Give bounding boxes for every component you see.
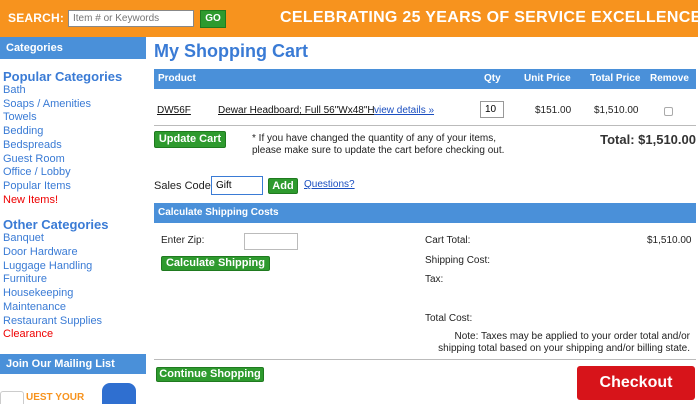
other-categories-title: Other Categories bbox=[3, 217, 109, 233]
col-total-price: Total Price bbox=[590, 73, 641, 84]
sidebar-item-bedspreads[interactable]: Bedspreads bbox=[3, 139, 146, 153]
remove-checkbox[interactable] bbox=[664, 107, 673, 116]
cart-total-value: $1,510.00 bbox=[647, 235, 692, 246]
table-row: DW56F Dewar Headboard; Full 56"Wx48"H vi… bbox=[154, 99, 696, 123]
promo-tab[interactable] bbox=[0, 391, 24, 404]
item-unit-price: $151.00 bbox=[535, 105, 572, 116]
mailing-list-header[interactable]: Join Our Mailing List bbox=[0, 354, 146, 374]
sales-code-label: Sales Code: bbox=[154, 180, 214, 192]
sidebar-item-bedding[interactable]: Bedding bbox=[3, 125, 146, 139]
sidebar-item-restaurant-supplies[interactable]: Restaurant Supplies bbox=[3, 315, 146, 329]
other-categories-list: Banquet Door Hardware Luggage Handling F… bbox=[0, 232, 146, 342]
sidebar-item-door-hardware[interactable]: Door Hardware bbox=[3, 246, 146, 260]
tax-note: Note: Taxes may be applied to your order… bbox=[438, 331, 690, 355]
sidebar-item-banquet[interactable]: Banquet bbox=[3, 232, 146, 246]
calculate-shipping-button[interactable]: Calculate Shipping bbox=[161, 256, 270, 271]
tax-note-line-1: Note: Taxes may be applied to your order… bbox=[454, 331, 690, 342]
sidebar-item-popular-items[interactable]: Popular Items bbox=[3, 180, 146, 194]
update-note-line-2: please make sure to update the cart befo… bbox=[252, 145, 505, 156]
search-label: SEARCH: bbox=[8, 11, 65, 25]
zip-label: Enter Zip: bbox=[161, 235, 205, 246]
mailbox-icon bbox=[102, 383, 136, 404]
top-bar: SEARCH: GO CELEBRATING 25 YEARS OF SERVI… bbox=[0, 0, 698, 37]
quantity-input[interactable] bbox=[480, 101, 504, 118]
shipping-header: Calculate Shipping Costs bbox=[154, 203, 696, 223]
quest-promo-text: UEST YOUR bbox=[26, 392, 85, 403]
sidebar-item-maintenance[interactable]: Maintenance bbox=[3, 301, 146, 315]
add-sales-code-button[interactable]: Add bbox=[268, 178, 298, 194]
sidebar-item-luggage-handling[interactable]: Luggage Handling bbox=[3, 260, 146, 274]
popular-categories-title: Popular Categories bbox=[3, 69, 123, 84]
shipping-cost-label: Shipping Cost: bbox=[425, 255, 491, 266]
sidebar-item-furniture[interactable]: Furniture bbox=[3, 273, 146, 287]
sidebar-item-guest-room[interactable]: Guest Room bbox=[3, 153, 146, 167]
item-sku-link[interactable]: DW56F bbox=[157, 105, 191, 116]
tax-note-line-2: shipping total based on your shipping an… bbox=[438, 343, 690, 354]
col-qty: Qty bbox=[484, 73, 501, 84]
sidebar-item-towels[interactable]: Towels bbox=[3, 111, 146, 125]
popular-categories-list: Bath Soaps / Amenities Towels Bedding Be… bbox=[0, 84, 146, 207]
zip-input[interactable] bbox=[244, 233, 298, 250]
sidebar-item-new-items[interactable]: New Items! bbox=[3, 194, 146, 208]
col-product: Product bbox=[158, 73, 196, 84]
checkout-button[interactable]: Checkout bbox=[577, 366, 695, 400]
col-remove: Remove bbox=[650, 73, 689, 84]
cart-table-header: Product Qty Unit Price Total Price Remov… bbox=[154, 69, 696, 89]
cart-total-label: Cart Total: bbox=[425, 235, 471, 246]
shipping-divider bbox=[154, 359, 696, 360]
row-divider bbox=[154, 125, 696, 126]
sales-code-input[interactable] bbox=[211, 176, 263, 195]
sidebar-item-soaps[interactable]: Soaps / Amenities bbox=[3, 98, 146, 112]
total-cost-label: Total Cost: bbox=[425, 313, 473, 324]
categories-header: Categories bbox=[0, 37, 146, 59]
anniversary-banner: CELEBRATING 25 YEARS OF SERVICE EXCELLEN… bbox=[280, 9, 698, 26]
col-unit-price: Unit Price bbox=[524, 73, 571, 84]
update-note: * If you have changed the quantity of an… bbox=[252, 133, 504, 157]
sidebar-item-bath[interactable]: Bath bbox=[3, 84, 146, 98]
main-content: My Shopping Cart Product Qty Unit Price … bbox=[154, 37, 698, 404]
cart-total: Total: $1,510.00 bbox=[600, 132, 696, 147]
search-input[interactable] bbox=[68, 10, 194, 27]
questions-link[interactable]: Questions? bbox=[304, 179, 355, 190]
view-details-link[interactable]: view details » bbox=[374, 105, 434, 116]
item-name-link[interactable]: Dewar Headboard; Full 56"Wx48"H bbox=[218, 105, 375, 116]
go-button[interactable]: GO bbox=[200, 10, 226, 28]
sidebar: Categories Popular Categories Bath Soaps… bbox=[0, 37, 146, 404]
page-title: My Shopping Cart bbox=[154, 41, 308, 61]
tax-label: Tax: bbox=[425, 274, 444, 285]
continue-shopping-button[interactable]: Continue Shopping bbox=[156, 367, 264, 382]
sidebar-item-office-lobby[interactable]: Office / Lobby bbox=[3, 166, 146, 180]
quest-promo[interactable]: UEST YOUR bbox=[0, 381, 146, 404]
sidebar-item-clearance[interactable]: Clearance bbox=[3, 328, 146, 342]
update-note-line-1: * If you have changed the quantity of an… bbox=[252, 133, 497, 144]
update-cart-button[interactable]: Update Cart bbox=[154, 131, 226, 148]
item-total-price: $1,510.00 bbox=[594, 105, 639, 116]
sidebar-item-housekeeping[interactable]: Housekeeping bbox=[3, 287, 146, 301]
